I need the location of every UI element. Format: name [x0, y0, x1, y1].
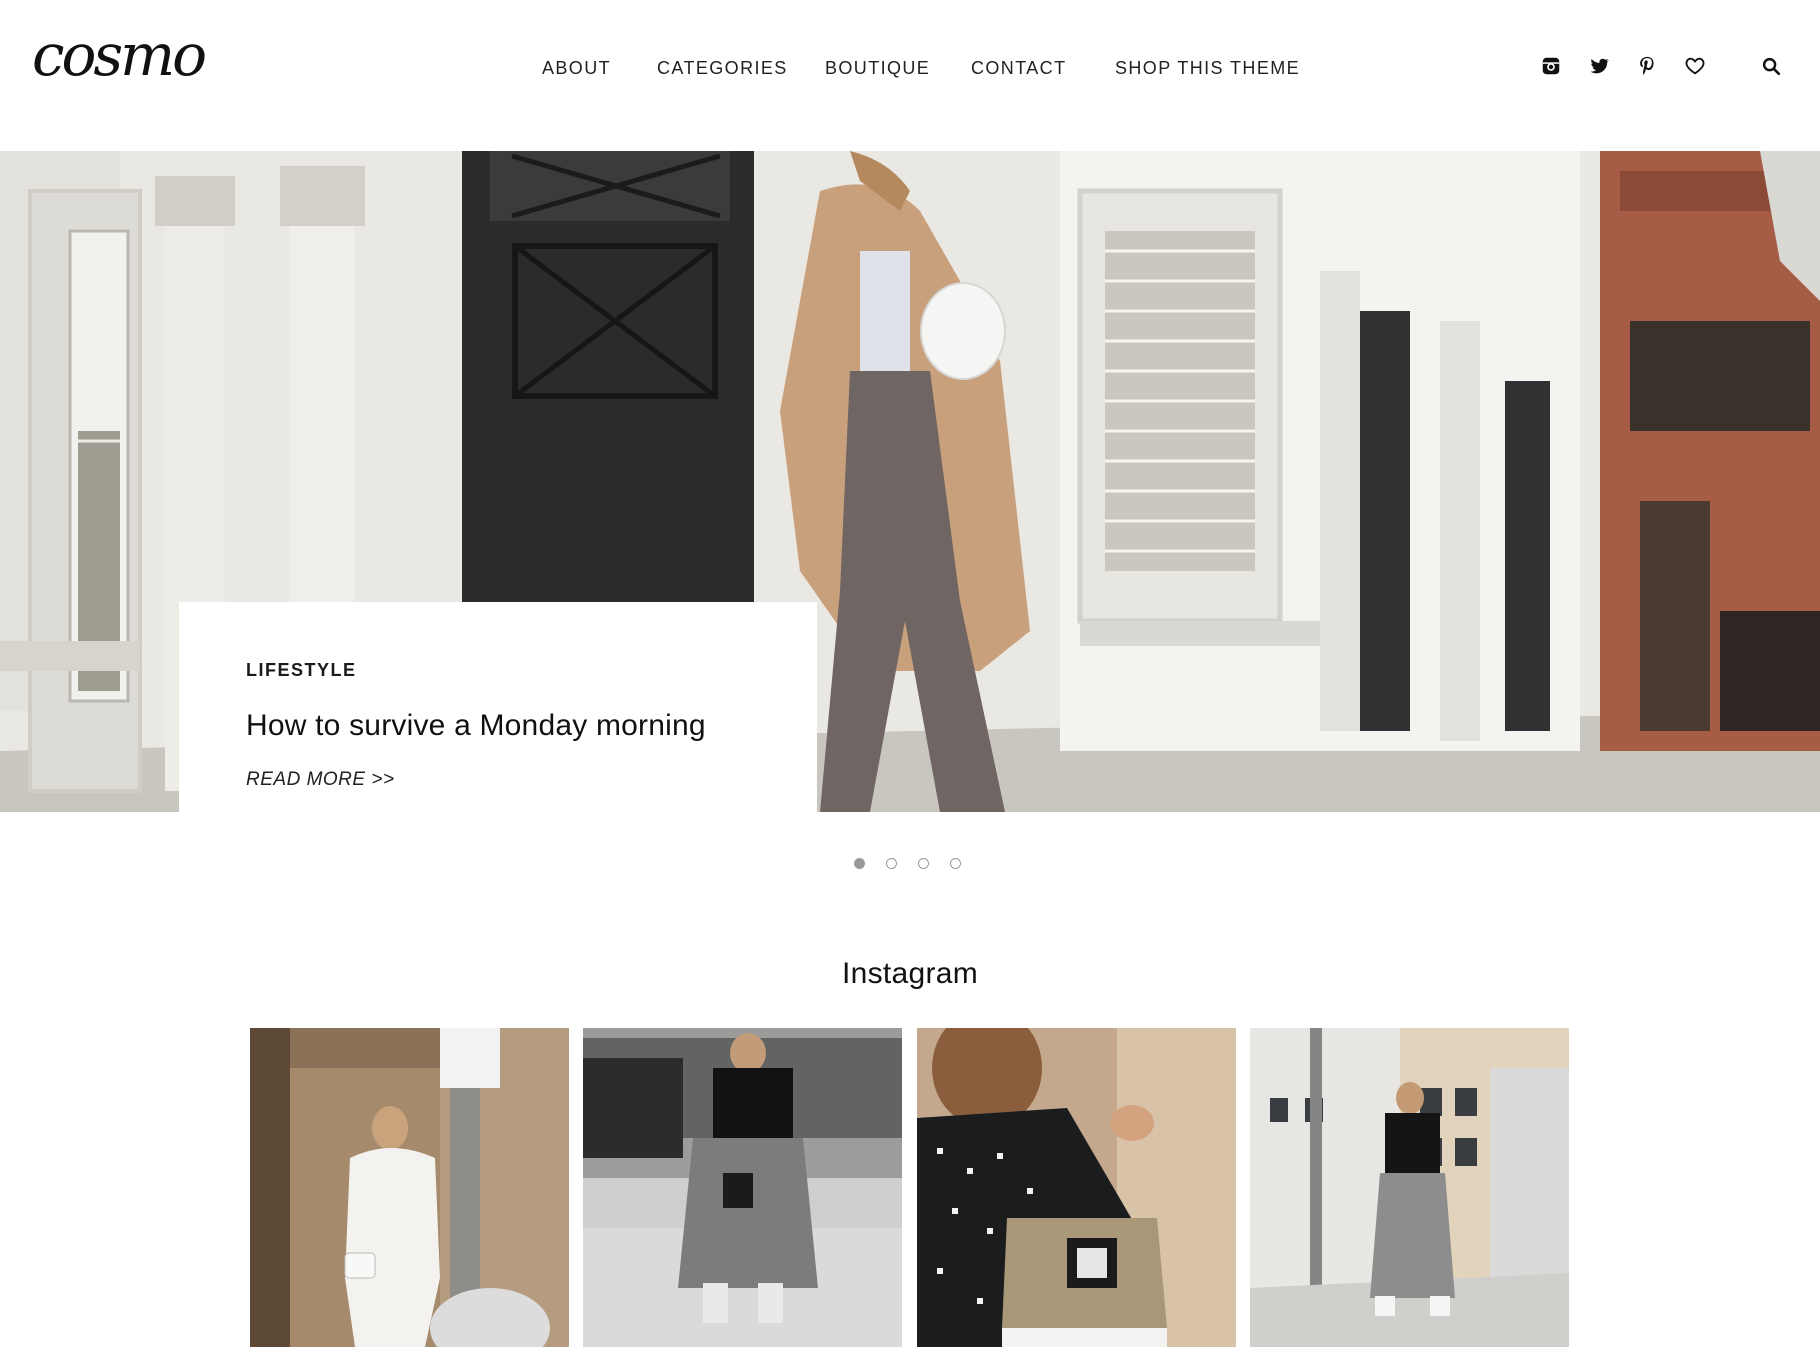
instagram-icon[interactable] [1540, 55, 1562, 77]
post-category[interactable]: LIFESTYLE [246, 660, 817, 681]
nav-item-boutique[interactable]: BOUTIQUE [825, 58, 930, 79]
instagram-photo-3 [917, 1028, 1236, 1347]
post-title[interactable]: How to survive a Monday morning [246, 709, 817, 743]
site-header: cosmo ABOUT CATEGORIES BOUTIQUE CONTACT … [0, 0, 1820, 151]
instagram-tile-1[interactable] [250, 1028, 569, 1347]
pinterest-icon[interactable] [1636, 55, 1658, 77]
featured-post-card: LIFESTYLE How to survive a Monday mornin… [179, 602, 817, 812]
nav-item-about[interactable]: ABOUT [542, 58, 611, 79]
search-icon[interactable] [1760, 55, 1782, 77]
slide-dot-1[interactable] [854, 858, 865, 869]
read-more-link[interactable]: READ MORE >> [246, 769, 395, 791]
hero-slider: LIFESTYLE How to survive a Monday mornin… [0, 151, 1820, 812]
slider-pagination [0, 858, 1820, 872]
instagram-tile-2[interactable] [583, 1028, 902, 1347]
nav-item-categories[interactable]: CATEGORIES [657, 58, 788, 79]
twitter-icon[interactable] [1588, 55, 1610, 77]
slide-dot-3[interactable] [918, 858, 929, 869]
nav-item-shop-this-theme[interactable]: SHOP THIS THEME [1115, 58, 1300, 79]
nav-item-contact[interactable]: CONTACT [971, 58, 1066, 79]
instagram-photo-1 [250, 1028, 569, 1347]
slide-dot-4[interactable] [950, 858, 961, 869]
instagram-tile-3[interactable] [917, 1028, 1236, 1347]
instagram-photo-2 [583, 1028, 902, 1347]
instagram-photo-4 [1250, 1028, 1569, 1347]
instagram-heading: Instagram [841, 957, 979, 990]
heart-icon[interactable] [1684, 55, 1706, 77]
instagram-tile-4[interactable] [1250, 1028, 1569, 1347]
slide-dot-2[interactable] [886, 858, 897, 869]
